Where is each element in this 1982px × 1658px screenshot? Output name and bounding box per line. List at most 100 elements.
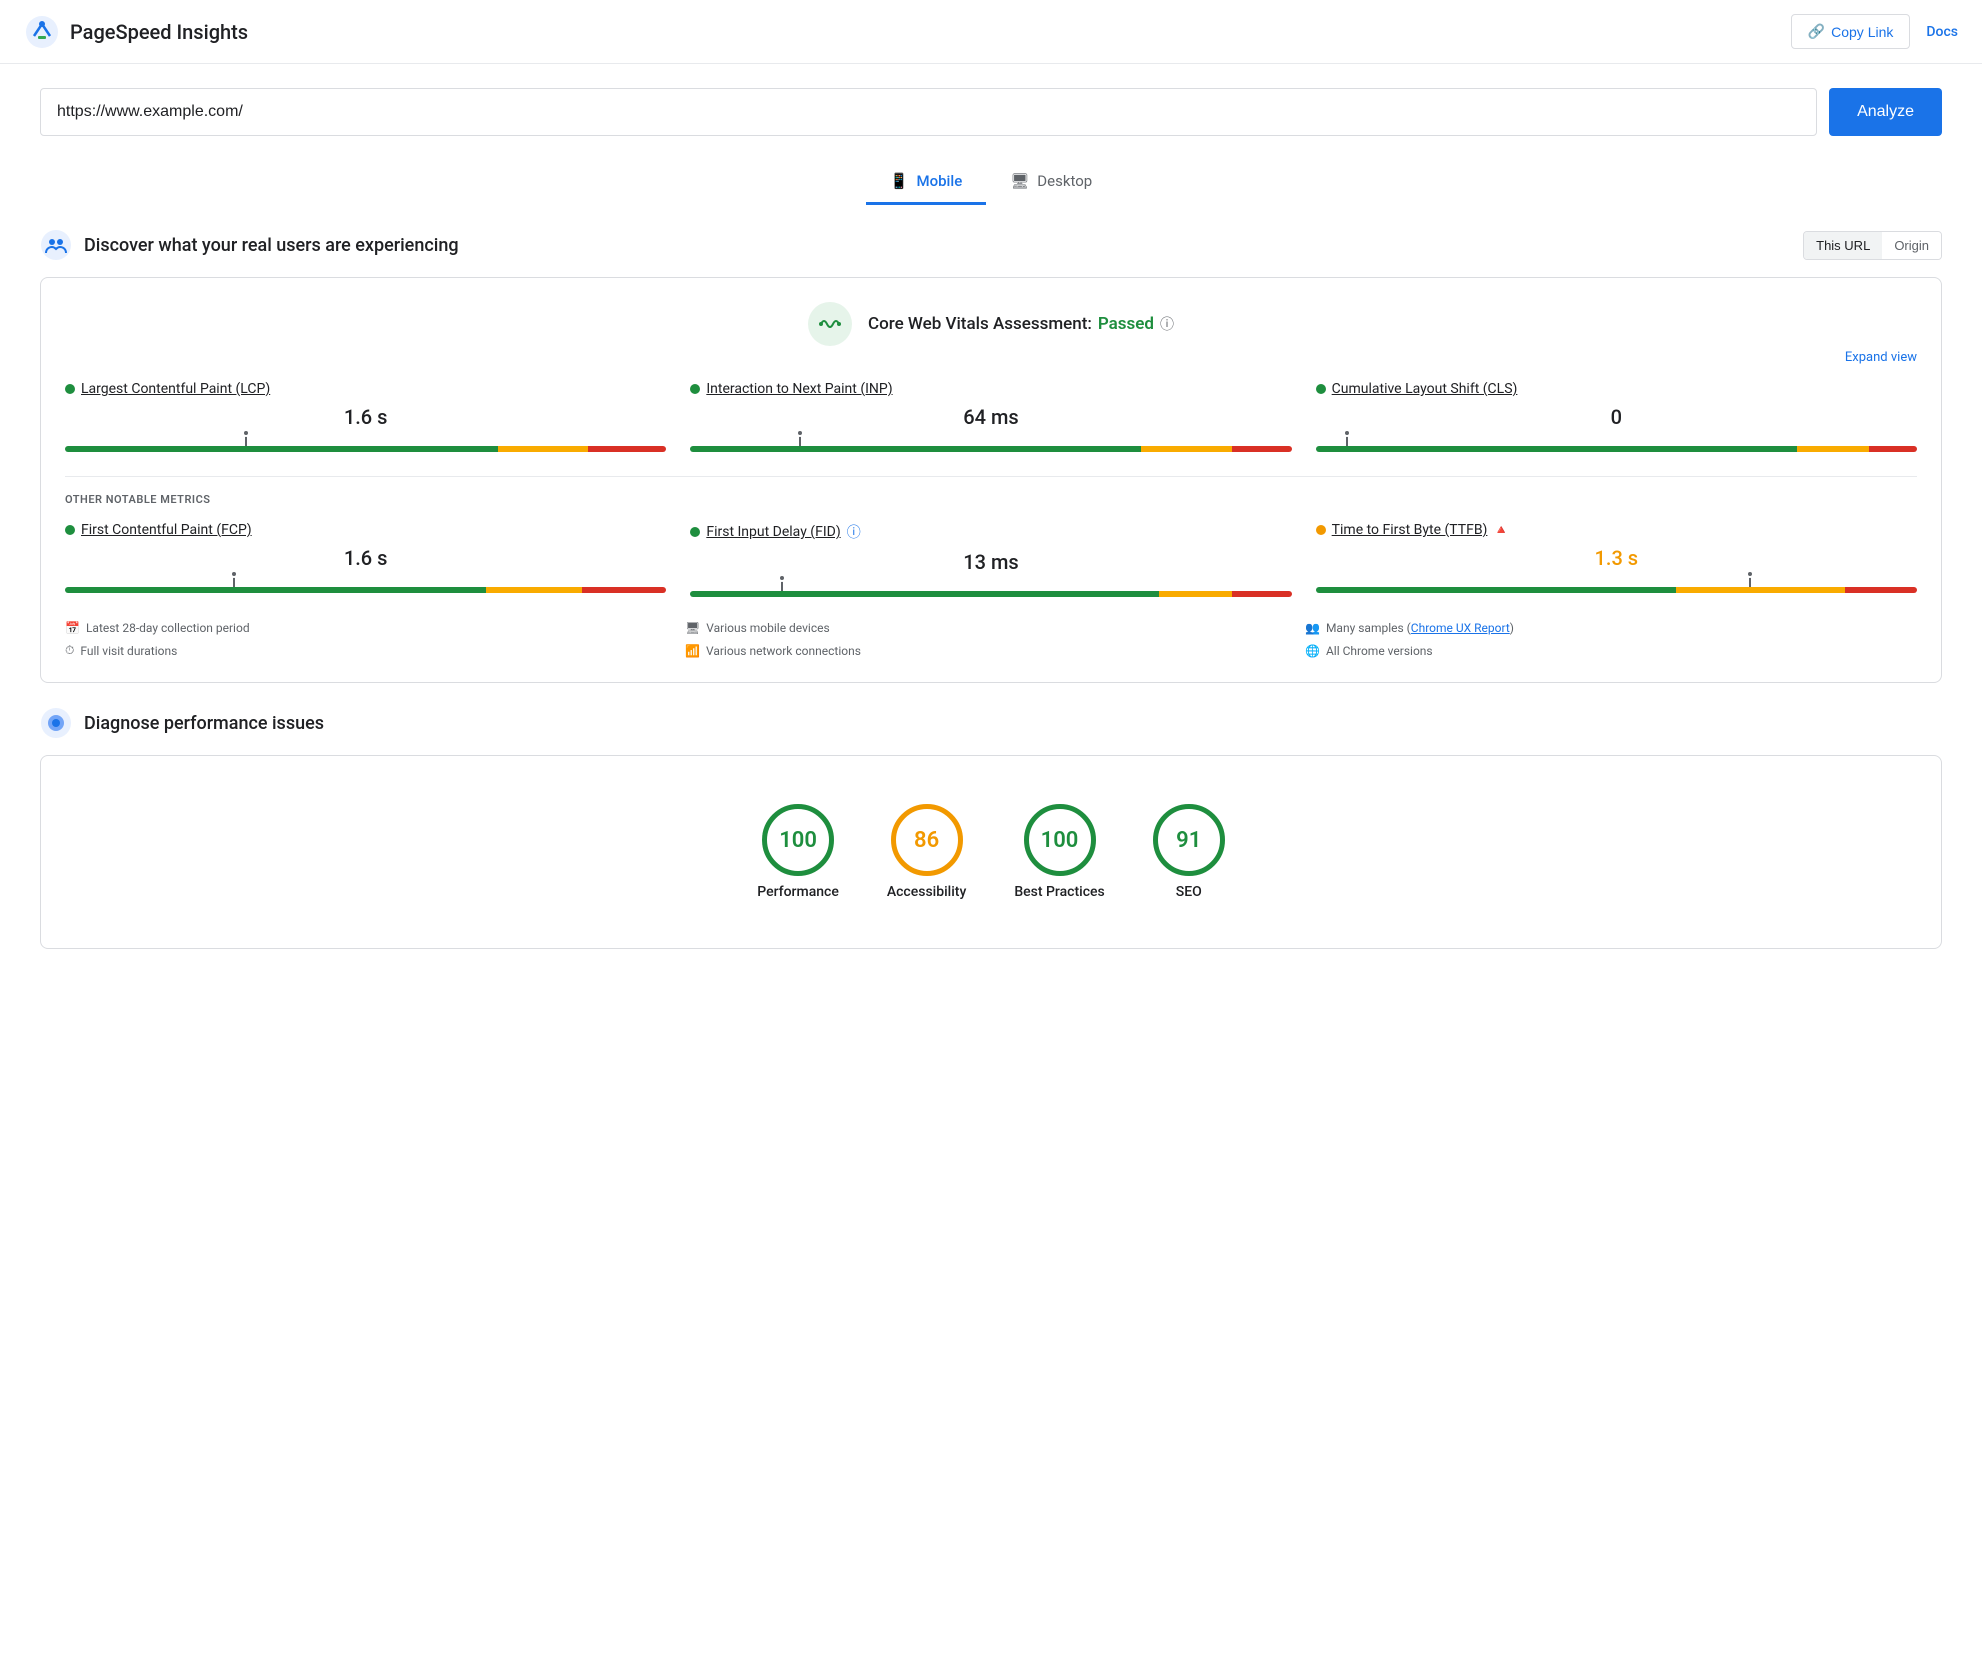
score-accessibility: 86 Accessibility bbox=[887, 804, 966, 900]
footer-chrome-versions: 🌐 All Chrome versions bbox=[1305, 643, 1917, 658]
metric-fcp: First Contentful Paint (FCP) 1.6 s bbox=[65, 522, 666, 597]
metric-lcp: Largest Contentful Paint (LCP) 1.6 s bbox=[65, 381, 666, 452]
cls-bar bbox=[1316, 437, 1917, 452]
cls-value: 0 bbox=[1316, 401, 1917, 433]
seo-label: SEO bbox=[1176, 884, 1202, 900]
inp-marker bbox=[799, 432, 801, 446]
analyze-button[interactable]: Analyze bbox=[1829, 88, 1942, 136]
footer-devices: 🖥 Various mobile devices bbox=[685, 621, 1297, 635]
desktop-icon: 🖥 bbox=[1010, 172, 1029, 190]
lcp-bar bbox=[65, 437, 666, 452]
ttfb-value: 1.3 s bbox=[1316, 542, 1917, 574]
lcp-link[interactable]: Largest Contentful Paint (LCP) bbox=[81, 381, 270, 397]
metric-ttfb: Time to First Byte (TTFB) 🔺 1.3 s bbox=[1316, 522, 1917, 597]
inp-link[interactable]: Interaction to Next Paint (INP) bbox=[706, 381, 892, 397]
field-data-header: Discover what your real users are experi… bbox=[0, 229, 1982, 261]
metric-fid: First Input Delay (FID) ⓘ 13 ms bbox=[690, 522, 1291, 597]
performance-label: Performance bbox=[757, 884, 839, 900]
footer-samples: 👥 Many samples (Chrome UX Report) bbox=[1305, 621, 1917, 635]
url-origin-toggle: This URL Origin bbox=[1803, 231, 1942, 260]
wifi-icon: 📶 bbox=[685, 644, 700, 658]
fcp-value: 1.6 s bbox=[65, 542, 666, 574]
pagespeed-logo-icon bbox=[24, 14, 60, 50]
fid-status-dot bbox=[690, 527, 700, 537]
field-data-title: Discover what your real users are experi… bbox=[84, 235, 459, 256]
copy-link-button[interactable]: 🔗 Copy Link bbox=[1791, 14, 1911, 49]
field-data-footer: 📅 Latest 28-day collection period 🖥 Vari… bbox=[65, 621, 1917, 658]
lcp-value: 1.6 s bbox=[65, 401, 666, 433]
accessibility-circle: 86 bbox=[891, 804, 963, 876]
ttfb-status-dot bbox=[1316, 525, 1326, 535]
device-tabs: 📱 Mobile 🖥 Desktop bbox=[0, 160, 1982, 205]
inp-bar bbox=[690, 437, 1291, 452]
lcp-marker bbox=[245, 432, 247, 446]
cwv-header: Core Web Vitals Assessment: Passed ⓘ bbox=[65, 302, 1917, 346]
score-seo: 91 SEO bbox=[1153, 804, 1225, 900]
other-metrics-label: OTHER NOTABLE METRICS bbox=[65, 493, 1917, 506]
core-web-vitals-card: Core Web Vitals Assessment: Passed ⓘ Exp… bbox=[40, 277, 1942, 683]
users-icon bbox=[40, 229, 72, 261]
inp-value: 64 ms bbox=[690, 401, 1291, 433]
this-url-button[interactable]: This URL bbox=[1804, 232, 1882, 259]
people-icon: 👥 bbox=[1305, 621, 1320, 635]
clock-icon: ⏱ bbox=[65, 643, 74, 658]
cwv-icon bbox=[808, 302, 852, 346]
ttfb-bar bbox=[1316, 578, 1917, 593]
link-icon: 🔗 bbox=[1808, 23, 1825, 40]
diagnose-card: 100 Performance 86 Accessibility 100 Bes… bbox=[40, 755, 1942, 949]
origin-button[interactable]: Origin bbox=[1882, 232, 1941, 259]
fid-bar bbox=[690, 582, 1291, 597]
fcp-bar bbox=[65, 578, 666, 593]
accessibility-label: Accessibility bbox=[887, 884, 966, 900]
diagnose-title: Diagnose performance issues bbox=[84, 713, 324, 734]
fid-marker bbox=[781, 577, 783, 591]
cwv-status: Passed bbox=[1098, 314, 1154, 334]
mobile-icon: 📱 bbox=[890, 172, 909, 190]
cwv-info-icon[interactable]: ⓘ bbox=[1160, 314, 1174, 334]
fcp-marker bbox=[233, 573, 235, 587]
calendar-icon: 📅 bbox=[65, 621, 80, 635]
cls-link[interactable]: Cumulative Layout Shift (CLS) bbox=[1332, 381, 1518, 397]
footer-collection-period: 📅 Latest 28-day collection period bbox=[65, 621, 677, 635]
docs-link[interactable]: Docs bbox=[1926, 24, 1958, 40]
search-section: Analyze bbox=[0, 64, 1982, 160]
metric-inp: Interaction to Next Paint (INP) 64 ms bbox=[690, 381, 1291, 452]
metric-cls: Cumulative Layout Shift (CLS) 0 bbox=[1316, 381, 1917, 452]
metrics-divider bbox=[65, 476, 1917, 477]
footer-visit-duration: ⏱ Full visit durations bbox=[65, 643, 677, 658]
fcp-link[interactable]: First Contentful Paint (FCP) bbox=[81, 522, 252, 538]
other-metrics-grid: First Contentful Paint (FCP) 1.6 s First… bbox=[65, 522, 1917, 597]
app-header: PageSpeed Insights 🔗 Copy Link Docs bbox=[0, 0, 1982, 64]
fid-link[interactable]: First Input Delay (FID) bbox=[706, 524, 840, 540]
cwv-title: Core Web Vitals Assessment: bbox=[868, 314, 1092, 334]
best-practices-circle: 100 bbox=[1024, 804, 1096, 876]
header-actions: 🔗 Copy Link Docs bbox=[1791, 14, 1958, 49]
monitor-icon: 🖥 bbox=[685, 621, 700, 635]
cls-marker bbox=[1346, 432, 1348, 446]
field-data-title-area: Discover what your real users are experi… bbox=[40, 229, 459, 261]
ttfb-marker bbox=[1749, 573, 1751, 587]
seo-circle: 91 bbox=[1153, 804, 1225, 876]
footer-network: 📶 Various network connections bbox=[685, 643, 1297, 658]
score-performance: 100 Performance bbox=[757, 804, 839, 900]
cls-status-dot bbox=[1316, 384, 1326, 394]
fcp-status-dot bbox=[65, 525, 75, 535]
ttfb-warning-icon: 🔺 bbox=[1493, 523, 1509, 538]
url-input[interactable] bbox=[40, 88, 1817, 136]
performance-circle: 100 bbox=[762, 804, 834, 876]
ttfb-link[interactable]: Time to First Byte (TTFB) bbox=[1332, 522, 1488, 538]
chrome-ux-report-link[interactable]: Chrome UX Report bbox=[1411, 621, 1510, 635]
expand-view-link[interactable]: Expand view bbox=[65, 350, 1917, 365]
tab-mobile[interactable]: 📱 Mobile bbox=[866, 160, 986, 205]
lcp-status-dot bbox=[65, 384, 75, 394]
inp-status-dot bbox=[690, 384, 700, 394]
best-practices-label: Best Practices bbox=[1014, 884, 1104, 900]
main-metrics-grid: Largest Contentful Paint (LCP) 1.6 s Int… bbox=[65, 381, 1917, 452]
diagnose-header: Diagnose performance issues bbox=[0, 707, 1982, 739]
cwv-title-area: Core Web Vitals Assessment: Passed ⓘ bbox=[868, 314, 1174, 334]
score-best-practices: 100 Best Practices bbox=[1014, 804, 1104, 900]
logo-area: PageSpeed Insights bbox=[24, 14, 248, 50]
fid-info-icon[interactable]: ⓘ bbox=[847, 522, 861, 542]
scores-grid: 100 Performance 86 Accessibility 100 Bes… bbox=[65, 780, 1917, 924]
tab-desktop[interactable]: 🖥 Desktop bbox=[986, 160, 1116, 205]
